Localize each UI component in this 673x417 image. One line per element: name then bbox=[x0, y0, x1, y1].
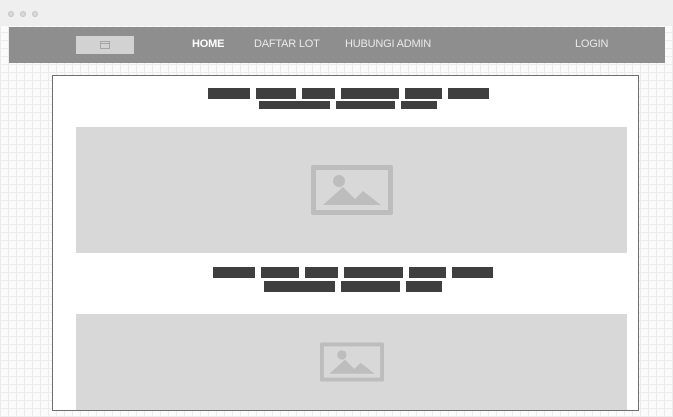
image-icon bbox=[319, 342, 384, 382]
window-minimize-button[interactable] bbox=[20, 11, 26, 17]
text-placeholder-block bbox=[405, 88, 442, 99]
nav-home-link[interactable]: HOME bbox=[192, 38, 224, 50]
text-placeholder-block bbox=[409, 267, 446, 278]
nav-daftar-lot-link[interactable]: DAFTAR LOT bbox=[254, 38, 320, 50]
logo[interactable] bbox=[76, 36, 134, 54]
top-navbar: HOME DAFTAR LOT HUBUNGI ADMIN LOGIN bbox=[9, 27, 665, 63]
text-placeholder-line bbox=[213, 267, 493, 278]
text-placeholder-line bbox=[264, 281, 442, 292]
text-placeholder-block bbox=[261, 267, 299, 278]
text-placeholder-block bbox=[208, 88, 250, 99]
text-placeholder-block bbox=[344, 267, 403, 278]
image-placeholder bbox=[76, 314, 627, 410]
text-placeholder-block bbox=[302, 88, 335, 99]
text-placeholder-block bbox=[264, 281, 335, 292]
image-icon bbox=[310, 165, 393, 215]
text-placeholder-block bbox=[259, 101, 330, 109]
image-icon bbox=[100, 41, 110, 49]
text-placeholder-block bbox=[341, 88, 399, 99]
nav-hubungi-admin-link[interactable]: HUBUNGI ADMIN bbox=[345, 38, 431, 50]
text-placeholder-line bbox=[259, 101, 437, 112]
text-placeholder-block bbox=[336, 101, 395, 109]
nav-login-link[interactable]: LOGIN bbox=[575, 38, 608, 50]
text-placeholder-block bbox=[256, 88, 296, 99]
window-titlebar bbox=[0, 0, 673, 26]
image-placeholder bbox=[76, 127, 627, 253]
text-placeholder-block bbox=[401, 101, 437, 109]
window-close-button[interactable] bbox=[8, 11, 14, 17]
text-placeholder-block bbox=[406, 281, 442, 292]
text-placeholder-block bbox=[341, 281, 400, 292]
text-placeholder-block bbox=[305, 267, 338, 278]
text-placeholder-block bbox=[448, 88, 489, 99]
window-maximize-button[interactable] bbox=[32, 11, 38, 17]
text-placeholder-line bbox=[208, 88, 489, 99]
text-placeholder-block bbox=[213, 267, 255, 278]
text-placeholder-block bbox=[452, 267, 493, 278]
main-content-frame bbox=[52, 75, 639, 411]
